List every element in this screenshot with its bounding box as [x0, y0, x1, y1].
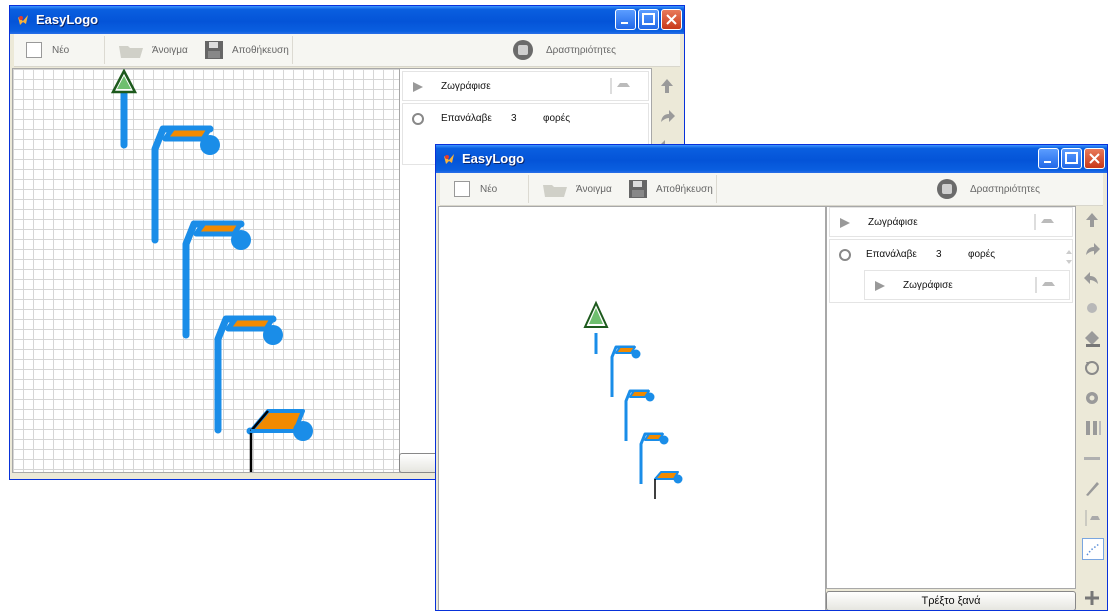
toolbar-divider: [292, 36, 293, 64]
maximize-icon: [642, 13, 655, 25]
command-panel[interactable]: Ζωγράφισε Επανάλαβε 3 φορές Ζωγράφισε: [826, 206, 1076, 589]
stepper-icon[interactable]: [1064, 246, 1074, 268]
minimize-icon: [621, 22, 628, 24]
activities-label: Δραστηριότητες: [546, 44, 616, 56]
title-bar[interactable]: EasyLogo: [10, 6, 684, 34]
play-icon: [413, 82, 423, 92]
maximize-button[interactable]: [1061, 148, 1082, 169]
gear-icon[interactable]: [1082, 388, 1102, 408]
repeat-unit: φορές: [543, 113, 571, 124]
open-button[interactable]: Άνοιγμα: [118, 34, 188, 66]
dotted-path-icon[interactable]: [1082, 538, 1104, 560]
pause-icon[interactable]: [1082, 418, 1102, 438]
activities-button[interactable]: Δραστηριότητες: [936, 173, 1040, 205]
folder-icon: [119, 46, 143, 58]
open-label: Άνοιγμα: [576, 183, 612, 195]
repeat-label: Επανάλαβε: [866, 249, 917, 260]
toolbar-divider: [528, 175, 529, 203]
save-button[interactable]: Αποθήκευση: [204, 34, 289, 66]
bucket-icon[interactable]: [1082, 328, 1102, 348]
flag-icon: [610, 78, 630, 94]
arrow-up-icon[interactable]: [1082, 210, 1102, 230]
arrow-up-icon[interactable]: [657, 76, 677, 96]
command-repeat[interactable]: Επανάλαβε 3 φορές Ζωγράφισε: [829, 239, 1073, 303]
window-title: EasyLogo: [36, 12, 99, 27]
play-icon: [840, 218, 850, 228]
repeat-icon: [839, 249, 851, 261]
close-icon: [666, 14, 677, 25]
command-draw-nested[interactable]: Ζωγράφισε: [864, 270, 1070, 300]
repeat-icon: [412, 113, 424, 125]
activities-icon: [513, 40, 533, 60]
toolbar: Νέο Άνοιγμα Αποθήκευση Δραστηριότητες: [14, 34, 680, 67]
turtle-drawing: [583, 300, 683, 499]
turn-right-icon[interactable]: [1082, 239, 1102, 259]
repeat-icon[interactable]: [1082, 358, 1102, 378]
drawing-canvas[interactable]: [438, 206, 826, 610]
command-label: Ζωγράφισε: [903, 280, 953, 291]
command-label: Ζωγράφισε: [441, 81, 491, 92]
activities-icon: [937, 179, 957, 199]
repeat-label: Επανάλαβε: [441, 113, 492, 124]
close-button[interactable]: [1084, 148, 1105, 169]
line-width-icon[interactable]: [1082, 448, 1102, 468]
command-palette: [1077, 206, 1107, 610]
command-label: Ζωγράφισε: [868, 217, 918, 228]
activities-button[interactable]: Δραστηριότητες: [512, 34, 616, 66]
app-logo-icon: [444, 154, 454, 164]
repeat-count[interactable]: 3: [936, 249, 942, 260]
new-label: Νέο: [52, 44, 70, 56]
new-button[interactable]: Νέο: [26, 34, 69, 66]
flag-icon: [1035, 277, 1055, 293]
dot-icon[interactable]: [1082, 298, 1102, 318]
run-again-button-back[interactable]: [399, 453, 439, 473]
save-button[interactable]: Αποθήκευση: [628, 173, 713, 205]
toolbar-divider: [716, 175, 717, 203]
toolbar-divider: [104, 36, 105, 64]
command-draw[interactable]: Ζωγράφισε: [829, 207, 1073, 237]
activities-label: Δραστηριότητες: [970, 183, 1040, 195]
run-again-button[interactable]: Τρέξτο ξανά: [826, 591, 1076, 610]
open-button[interactable]: Άνοιγμα: [542, 173, 612, 205]
folder-icon: [543, 185, 567, 197]
new-button[interactable]: Νέο: [454, 173, 497, 205]
floppy-disk-icon: [629, 180, 647, 198]
pen-icon[interactable]: [1082, 478, 1102, 498]
window-title: EasyLogo: [462, 151, 525, 166]
turtle-drawing: [110, 69, 313, 472]
save-label: Αποθήκευση: [656, 183, 713, 195]
close-button[interactable]: [661, 9, 682, 30]
app-logo-icon: [18, 15, 28, 25]
command-draw[interactable]: Ζωγράφισε: [402, 71, 649, 101]
floppy-disk-icon: [205, 41, 223, 59]
minimize-icon: [1044, 161, 1051, 163]
toolbar: Νέο Άνοιγμα Αποθήκευση Δραστηριότητες: [440, 173, 1103, 206]
turn-right-icon[interactable]: [657, 106, 677, 126]
title-bar[interactable]: EasyLogo: [436, 145, 1107, 173]
save-label: Αποθήκευση: [232, 44, 289, 56]
drawing-canvas[interactable]: [12, 68, 401, 473]
open-label: Άνοιγμα: [152, 44, 188, 56]
close-icon: [1089, 153, 1100, 164]
new-file-icon: [26, 42, 42, 58]
repeat-count[interactable]: 3: [511, 113, 517, 124]
repeat-unit: φορές: [968, 249, 996, 260]
maximize-icon: [1065, 152, 1078, 164]
play-icon: [875, 281, 885, 291]
new-file-icon: [454, 181, 470, 197]
flag-icon: [1034, 214, 1054, 230]
plus-icon[interactable]: [1082, 588, 1102, 608]
easylogo-window-front: EasyLogo Νέο Άνοιγμα Αποθήκευση Δραστηρι…: [435, 144, 1108, 611]
flag-icon[interactable]: [1082, 508, 1102, 528]
minimize-button[interactable]: [615, 9, 636, 30]
new-label: Νέο: [480, 183, 498, 195]
minimize-button[interactable]: [1038, 148, 1059, 169]
turn-left-icon[interactable]: [1082, 268, 1102, 288]
maximize-button[interactable]: [638, 9, 659, 30]
